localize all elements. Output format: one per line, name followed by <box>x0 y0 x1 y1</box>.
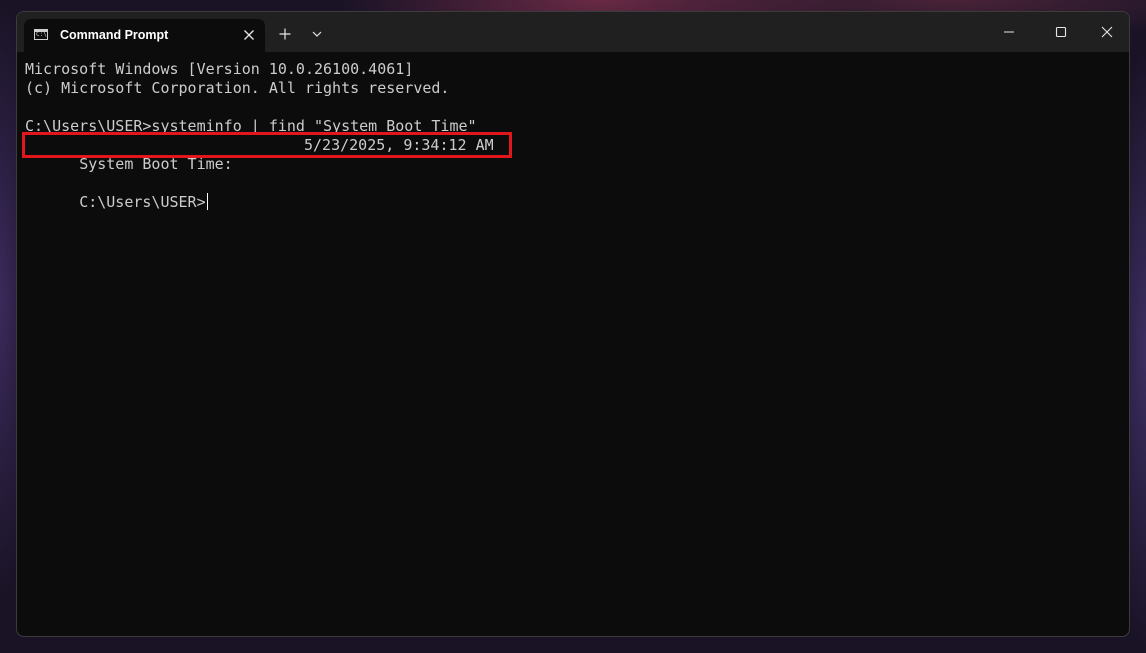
chevron-down-icon[interactable] <box>307 24 327 44</box>
terminal-line-prompt: C:\Users\USER> <box>25 174 208 211</box>
close-icon[interactable] <box>1092 20 1122 44</box>
highlight-box <box>22 132 512 158</box>
tab-close-icon[interactable] <box>239 25 259 45</box>
prompt-text: C:\Users\USER> <box>79 193 206 211</box>
plus-icon[interactable] <box>275 24 295 44</box>
minimize-icon[interactable] <box>994 20 1024 44</box>
terminal-window: C:\ Command Prompt Microsoft Windows [Ve… <box>16 11 1130 637</box>
maximize-icon[interactable] <box>1046 20 1076 44</box>
tab-title: Command Prompt <box>60 28 169 42</box>
cmd-icon-glyph: C:\ <box>36 31 47 38</box>
cmd-icon: C:\ <box>34 29 48 40</box>
title-bar[interactable]: C:\ Command Prompt <box>17 12 1129 52</box>
terminal-line-copyright: (c) Microsoft Corporation. All rights re… <box>25 79 450 97</box>
text-cursor <box>206 193 208 210</box>
terminal-line-version: Microsoft Windows [Version 10.0.26100.40… <box>25 60 414 78</box>
tab-command-prompt[interactable]: C:\ Command Prompt <box>24 19 265 52</box>
